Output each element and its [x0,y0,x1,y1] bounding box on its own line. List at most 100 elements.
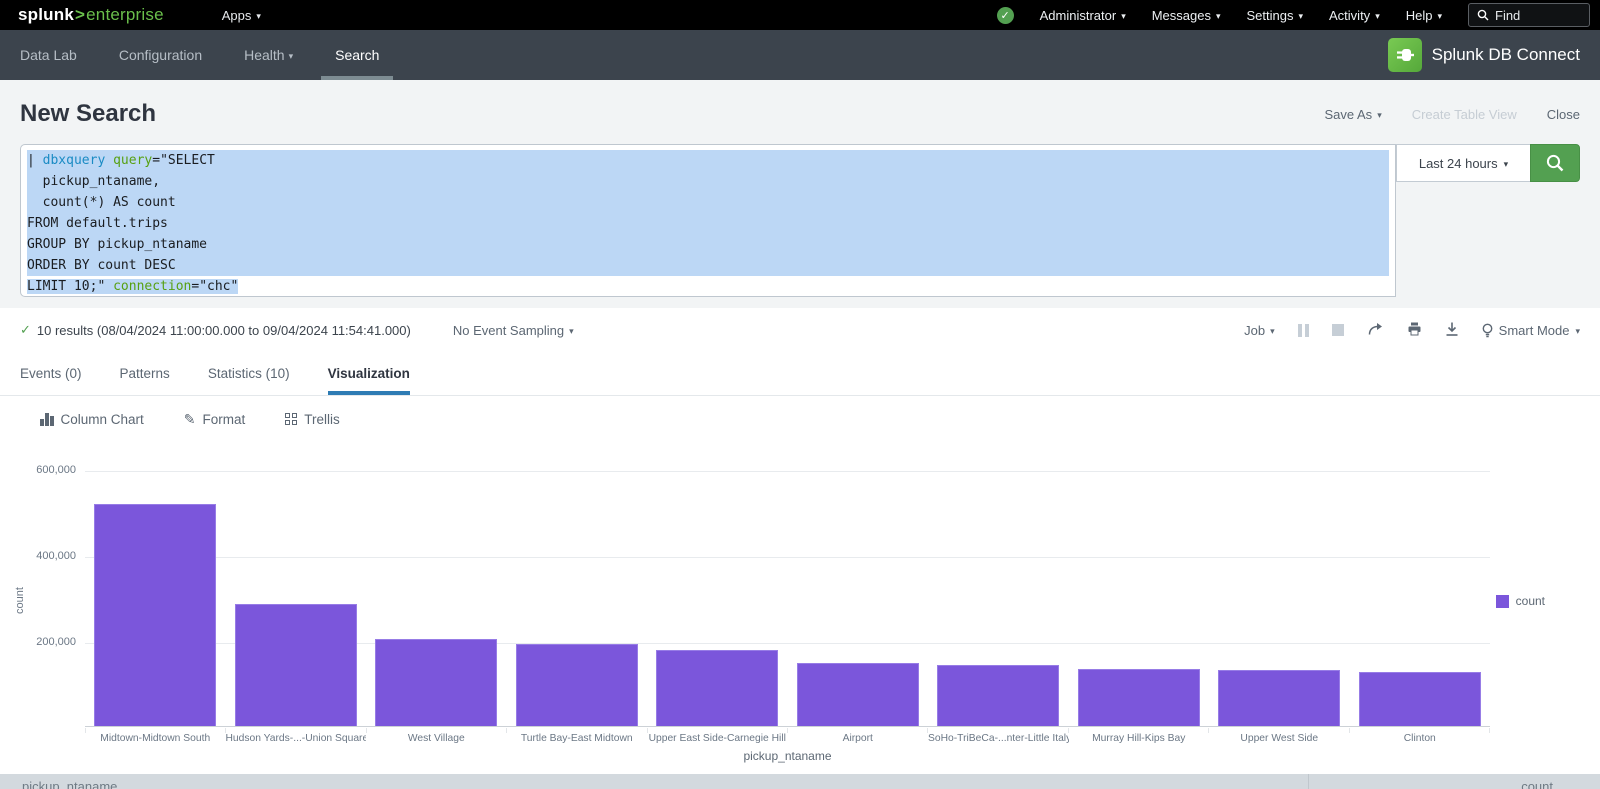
search-bar-section: | dbxquery query="SELECT pickup_ntaname,… [0,142,1600,308]
chevron-down-icon: ▾ [256,12,261,21]
query-line: LIMIT 10;" connection="chc" [27,276,1389,297]
chevron-down-icon: ▾ [1121,12,1126,21]
y-axis-tick: 200,000 [0,636,76,648]
chart-bar[interactable] [375,639,497,727]
nav-label: Health [244,47,284,63]
column-chart: 600,000 400,000 200,000 count Midt [0,442,1600,762]
x-axis-label: Upper West Side [1209,733,1350,744]
download-icon[interactable] [1445,322,1459,339]
success-check-icon: ✓ [20,322,31,338]
nav-label: Search [335,47,379,63]
menu-settings[interactable]: Settings ▾ [1247,8,1304,23]
nav-item-search[interactable]: Search [335,30,379,80]
y-axis-tick: 600,000 [0,464,76,476]
tab-label: Visualization [328,366,410,381]
pencil-icon: ✎ [184,411,196,428]
menu-help[interactable]: Help ▾ [1406,8,1442,23]
splunk-logo[interactable]: splunk>enterprise [18,5,164,25]
job-controls: Job ▾ Smart Mode ▾ [1244,322,1580,339]
app-title: Splunk DB Connect [1432,45,1580,65]
topbar-right: ✓ Administrator ▾ Messages ▾ Settings ▾ … [997,3,1590,27]
tab-label: Events (0) [20,366,82,381]
menu-label: Settings [1247,8,1294,23]
query-line: count(*) AS count [27,192,1389,213]
run-search-button[interactable] [1530,144,1580,182]
stop-job-icon[interactable] [1332,324,1344,336]
x-axis-label: Hudson Yards-...-Union Square [226,733,367,744]
legend-label: count [1516,594,1545,608]
page-title: New Search [20,100,156,128]
menu-messages[interactable]: Messages ▾ [1152,8,1221,23]
save-as-label: Save As [1324,107,1372,122]
print-icon[interactable] [1407,322,1422,339]
pause-job-icon[interactable] [1298,324,1309,337]
query-line: ORDER BY count DESC [27,255,1389,276]
time-range-picker[interactable]: Last 24 hours ▾ [1396,144,1530,182]
tab-label: Patterns [120,366,170,381]
save-as-button[interactable]: Save As ▾ [1324,107,1381,122]
chevron-down-icon: ▾ [1377,111,1382,120]
spl-keyword: connection [113,279,191,294]
x-axis-label: Airport [788,733,929,744]
y-axis-tick: 400,000 [0,550,76,562]
chart-bar[interactable] [516,644,638,726]
tab-patterns[interactable]: Patterns [120,352,170,395]
nav-item-configuration[interactable]: Configuration [119,30,202,80]
legend-swatch [1496,595,1509,608]
chevron-down-icon: ▾ [1575,327,1580,336]
event-sampling-menu[interactable]: No Event Sampling ▾ [453,323,574,338]
query-line: FROM default.trips [27,213,1389,234]
health-status-icon[interactable]: ✓ [997,7,1014,24]
chart-type-picker[interactable]: Column Chart [40,412,144,427]
x-axis-label: SoHo-TriBeCa-...nter-Little Italy [928,733,1069,744]
plot-area [85,471,1490,727]
chart-bar[interactable] [94,504,216,726]
header-actions: Save As ▾ Create Table View Close [1324,107,1580,122]
chart-bar[interactable] [1218,670,1340,726]
find-search-box[interactable] [1468,3,1590,27]
chart-bar[interactable] [1359,672,1481,726]
chart-legend[interactable]: count [1496,594,1545,608]
nav-item-health[interactable]: Health ▾ [244,30,293,80]
search-mode-menu[interactable]: Smart Mode ▾ [1482,323,1580,338]
query-line: GROUP BY pickup_ntaname [27,234,1389,255]
tab-statistics[interactable]: Statistics (10) [208,352,290,395]
menu-activity[interactable]: Activity ▾ [1329,8,1380,23]
chart-bar[interactable] [656,650,778,726]
menu-label: Help [1406,8,1433,23]
menu-administrator[interactable]: Administrator ▾ [1040,8,1126,23]
tab-events[interactable]: Events (0) [20,352,82,395]
trellis-button[interactable]: Trellis [285,412,340,427]
nav-item-data-lab[interactable]: Data Lab [20,30,77,80]
x-axis-label: Clinton [1350,733,1491,744]
menu-label: Administrator [1040,8,1117,23]
format-button[interactable]: ✎ Format [184,411,246,428]
app-identity: Splunk DB Connect [1388,38,1580,72]
check-icon: ✓ [1001,9,1010,22]
tab-visualization[interactable]: Visualization [328,352,410,395]
chart-bar[interactable] [1078,669,1200,726]
trellis-grid-icon [285,413,297,425]
menu-label: Activity [1329,8,1370,23]
share-icon[interactable] [1367,322,1384,339]
results-status-text: 10 results (08/04/2024 11:00:00.000 to 0… [37,323,411,338]
find-input[interactable] [1495,8,1581,23]
page-header: New Search Save As ▾ Create Table View C… [0,80,1600,142]
query-line: | dbxquery query="SELECT [27,150,1389,171]
apps-menu[interactable]: Apps ▾ [222,8,261,23]
column-header-count[interactable]: count [1308,774,1600,789]
results-tabs: Events (0) Patterns Statistics (10) Visu… [0,352,1600,396]
chart-bar[interactable] [235,604,357,726]
close-button[interactable]: Close [1547,107,1580,122]
column-header-pickup-ntaname[interactable]: pickup_ntaname [0,774,1308,789]
close-label: Close [1547,107,1580,122]
x-axis-label: Upper East Side-Carnegie Hill [647,733,788,744]
job-menu[interactable]: Job ▾ [1244,323,1275,338]
chart-bar[interactable] [937,665,1059,726]
search-query-input[interactable]: | dbxquery query="SELECT pickup_ntaname,… [20,144,1396,297]
logo-product: enterprise [86,5,164,25]
x-axis-label: Murray Hill-Kips Bay [1069,733,1210,744]
spacer [0,762,1600,774]
sampling-label: No Event Sampling [453,323,564,338]
chart-bar[interactable] [797,663,919,726]
